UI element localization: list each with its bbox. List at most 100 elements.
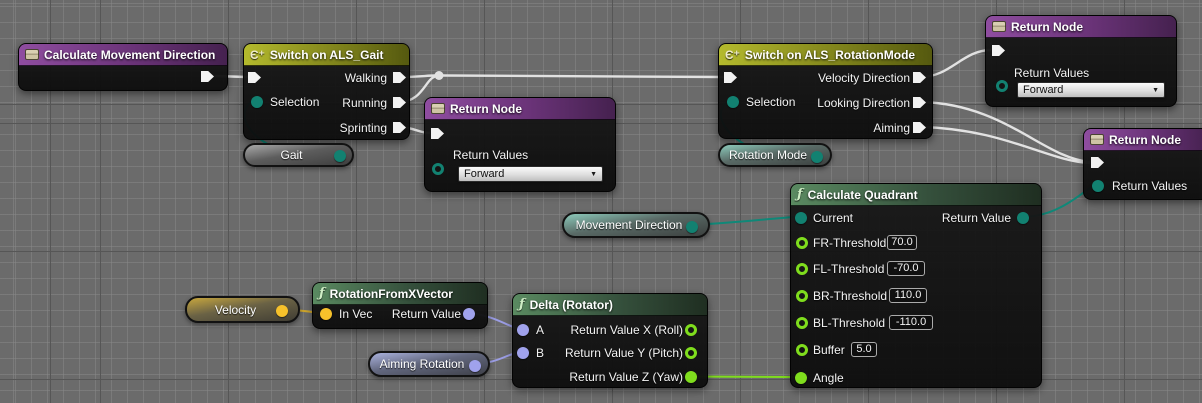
variable-pill-velocity[interactable]: Velocity bbox=[185, 296, 300, 323]
reroute-node[interactable] bbox=[435, 71, 444, 80]
node-rotationfromxvector[interactable]: ƒ RotationFromXVector In Vec Return Valu… bbox=[312, 282, 488, 329]
exec-input-pin[interactable] bbox=[248, 71, 261, 84]
node-return-node-middle[interactable]: Return Node Return Values Forward ▼ bbox=[424, 97, 616, 192]
return-values-dropdown[interactable]: Forward ▼ bbox=[1017, 82, 1165, 98]
fr-threshold-value[interactable]: 70.0 bbox=[887, 235, 917, 250]
roll-output-pin[interactable] bbox=[685, 324, 697, 336]
pin-label: Return Values bbox=[1014, 66, 1089, 80]
enum-input-pin[interactable] bbox=[996, 80, 1008, 92]
pin-label: Selection bbox=[746, 95, 795, 109]
enum-output-pin[interactable] bbox=[334, 150, 346, 162]
return-values-dropdown[interactable]: Forward ▼ bbox=[458, 166, 603, 182]
pin-label: Return Value bbox=[942, 211, 1011, 225]
pin-label: BR-Threshold bbox=[813, 289, 887, 303]
exec-input-pin[interactable] bbox=[1091, 156, 1104, 169]
macro-icon bbox=[25, 49, 39, 60]
pin-label: Aiming bbox=[873, 121, 910, 135]
bl-threshold-value[interactable]: -110.0 bbox=[889, 315, 933, 330]
fl-threshold-input-pin[interactable] bbox=[796, 263, 808, 275]
exec-input-pin[interactable] bbox=[724, 71, 737, 84]
node-title: Calculate Quadrant bbox=[808, 188, 918, 202]
current-input-pin[interactable] bbox=[795, 212, 807, 224]
fr-threshold-input-pin[interactable] bbox=[796, 237, 808, 249]
pin-label: Return Value Y (Pitch) bbox=[565, 346, 683, 360]
enum-output-pin[interactable] bbox=[686, 221, 698, 233]
variable-pill-aiming-rotation[interactable]: Aiming Rotation bbox=[368, 351, 490, 377]
vector-output-pin[interactable] bbox=[276, 305, 288, 317]
node-title: RotationFromXVector bbox=[330, 287, 453, 301]
node-header[interactable]: Є⁺ Switch on ALS_Gait bbox=[244, 44, 409, 66]
pin-label: Return Value X (Roll) bbox=[571, 323, 684, 337]
node-switch-on-als-rotationmode[interactable]: Є⁺ Switch on ALS_RotationMode Selection … bbox=[718, 43, 933, 139]
pin-label: In Vec bbox=[339, 307, 372, 321]
function-icon: ƒ bbox=[319, 286, 325, 301]
node-title: Return Node bbox=[1109, 133, 1181, 147]
node-calculate-quadrant[interactable]: ƒ Calculate Quadrant Current Return Valu… bbox=[790, 183, 1042, 388]
pin-label: Return Values bbox=[1112, 179, 1187, 193]
b-input-pin[interactable] bbox=[517, 347, 529, 359]
selection-input-pin[interactable] bbox=[251, 96, 263, 108]
bl-threshold-input-pin[interactable] bbox=[796, 317, 808, 329]
node-header[interactable]: Return Node bbox=[986, 16, 1176, 38]
node-header[interactable]: Return Node bbox=[425, 98, 615, 120]
pin-label: Return Value Z (Yaw) bbox=[569, 370, 683, 384]
rotator-output-pin[interactable] bbox=[469, 360, 481, 372]
pin-label: Selection bbox=[270, 95, 319, 109]
exec-output-pin-aiming[interactable] bbox=[913, 121, 926, 134]
dropdown-value: Forward bbox=[1023, 84, 1063, 96]
a-input-pin[interactable] bbox=[517, 324, 529, 336]
exec-output-pin[interactable] bbox=[201, 70, 214, 83]
node-header[interactable]: Calculate Movement Direction bbox=[19, 44, 227, 66]
pin-label: B bbox=[536, 346, 544, 360]
enum-input-pin[interactable] bbox=[432, 163, 444, 175]
fl-threshold-value[interactable]: -70.0 bbox=[887, 261, 925, 276]
node-title: Switch on ALS_Gait bbox=[270, 48, 384, 62]
enum-input-pin[interactable] bbox=[1092, 180, 1104, 192]
exec-output-pin-velocity-direction[interactable] bbox=[913, 71, 926, 84]
exec-output-pin-walking[interactable] bbox=[393, 71, 406, 84]
exec-output-pin-sprinting[interactable] bbox=[393, 121, 406, 134]
wire-exec-looking-direction bbox=[921, 102, 1090, 162]
pill-label: Aiming Rotation bbox=[380, 357, 465, 371]
node-delta-rotator[interactable]: ƒ Delta (Rotator) A B Return Value X (Ro… bbox=[512, 293, 708, 388]
return-value-output-pin[interactable] bbox=[1017, 212, 1029, 224]
variable-pill-gait[interactable]: Gait bbox=[243, 143, 354, 167]
angle-input-pin[interactable] bbox=[795, 372, 807, 384]
node-header[interactable]: ƒ Calculate Quadrant bbox=[791, 184, 1041, 206]
node-title: Calculate Movement Direction bbox=[44, 48, 215, 62]
pin-label: FR-Threshold bbox=[813, 236, 886, 250]
enum-output-pin[interactable] bbox=[811, 151, 823, 163]
node-header[interactable]: ƒ Delta (Rotator) bbox=[513, 294, 707, 316]
exec-output-pin-running[interactable] bbox=[393, 96, 406, 109]
yaw-output-pin[interactable] bbox=[685, 371, 697, 383]
pin-label: Sprinting bbox=[340, 121, 387, 135]
buffer-input-pin[interactable] bbox=[796, 344, 808, 356]
node-header[interactable]: ƒ RotationFromXVector bbox=[313, 283, 487, 305]
pill-label: Movement Direction bbox=[576, 218, 683, 232]
br-threshold-input-pin[interactable] bbox=[796, 290, 808, 302]
return-value-output-pin[interactable] bbox=[463, 308, 475, 320]
exec-input-pin[interactable] bbox=[992, 44, 1005, 57]
variable-pill-movement-direction[interactable]: Movement Direction bbox=[562, 212, 710, 238]
macro-icon bbox=[431, 103, 445, 114]
exec-output-pin-looking-direction[interactable] bbox=[913, 96, 926, 109]
invec-input-pin[interactable] bbox=[320, 308, 332, 320]
node-return-node-top[interactable]: Return Node Return Values Forward ▼ bbox=[985, 15, 1177, 107]
br-threshold-value[interactable]: 110.0 bbox=[889, 288, 927, 303]
blueprint-canvas[interactable]: Calculate Movement Direction Є⁺ Switch o… bbox=[0, 0, 1202, 403]
node-return-node-right[interactable]: Return Node Return Values bbox=[1083, 128, 1202, 200]
variable-pill-rotation-mode[interactable]: Rotation Mode bbox=[718, 143, 832, 167]
wire-exec-aiming bbox=[921, 127, 1090, 163]
node-switch-on-als-gait[interactable]: Є⁺ Switch on ALS_Gait Selection Walking … bbox=[243, 43, 410, 140]
wire-exec-to-switch-rotation bbox=[443, 76, 724, 78]
exec-input-pin[interactable] bbox=[431, 127, 444, 140]
node-header[interactable]: Return Node bbox=[1084, 129, 1202, 151]
switch-icon: Є⁺ bbox=[250, 48, 265, 62]
pitch-output-pin[interactable] bbox=[685, 347, 697, 359]
node-calculate-movement-direction[interactable]: Calculate Movement Direction bbox=[18, 43, 228, 91]
buffer-value[interactable]: 5.0 bbox=[851, 342, 877, 357]
node-header[interactable]: Є⁺ Switch on ALS_RotationMode bbox=[719, 44, 932, 66]
pin-label: Running bbox=[342, 96, 387, 110]
node-title: Return Node bbox=[450, 102, 522, 116]
selection-input-pin[interactable] bbox=[727, 96, 739, 108]
